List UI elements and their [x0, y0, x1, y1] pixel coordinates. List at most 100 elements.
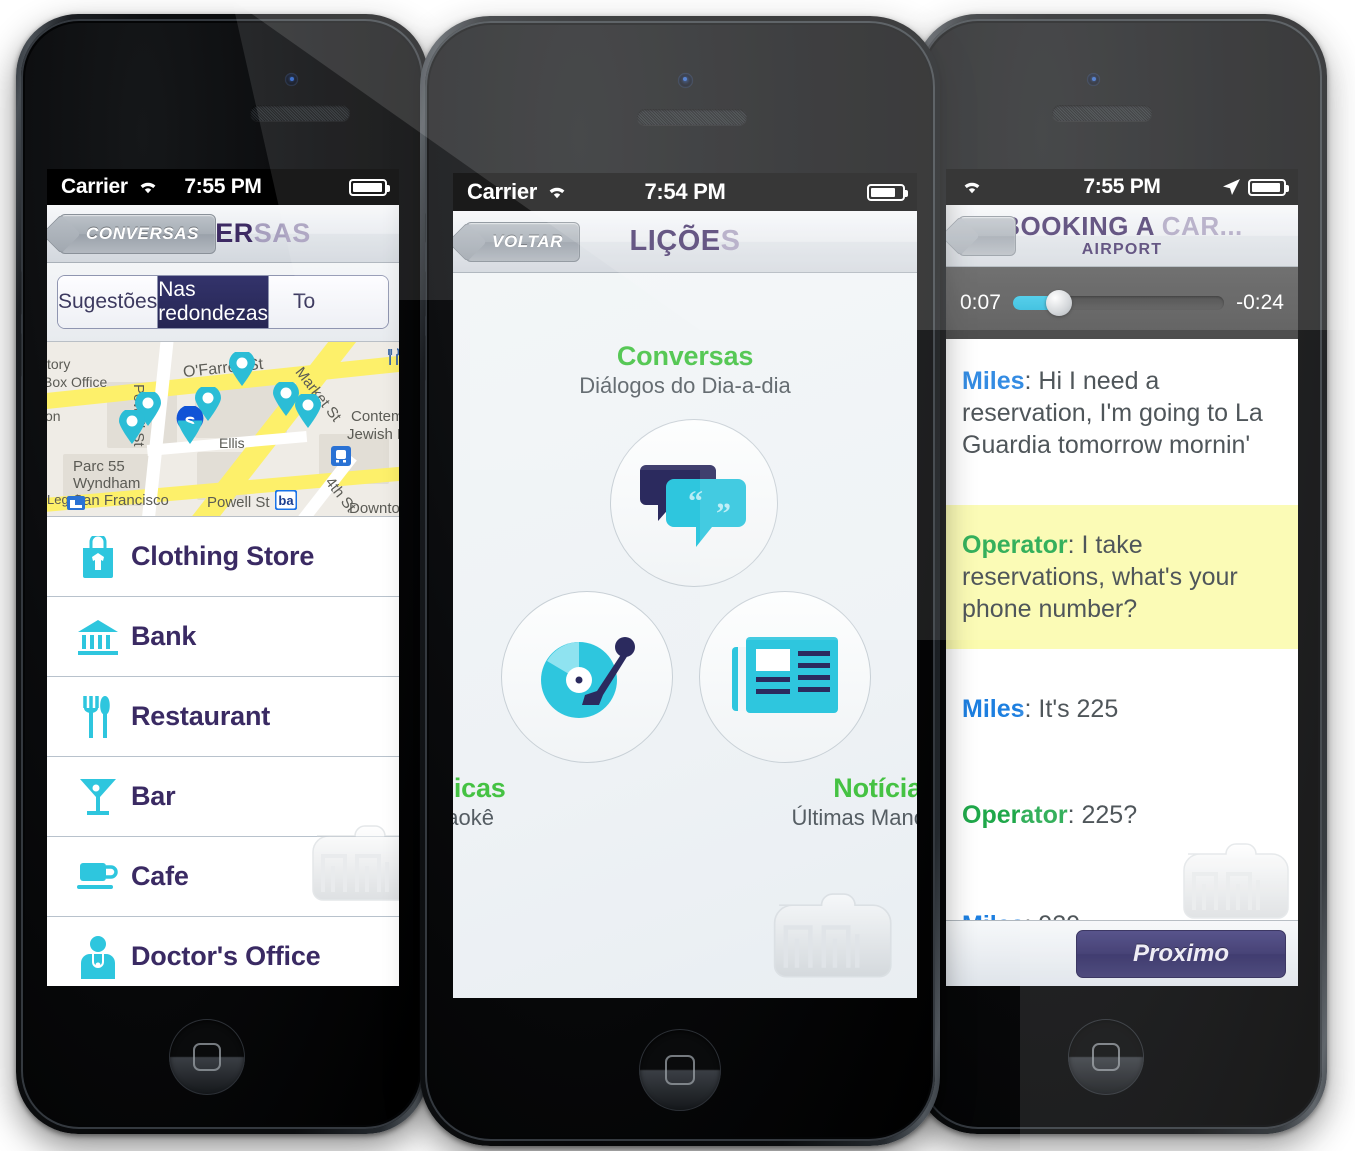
- home-button[interactable]: [169, 1019, 245, 1095]
- segmented-control-wrap: Sugestões Nas redondezas To: [47, 263, 399, 342]
- turntable-icon: [541, 637, 635, 718]
- earpiece-speaker: [637, 109, 747, 125]
- transcript-line[interactable]: Miles: Hi I need a reservation, I'm goin…: [946, 339, 1298, 483]
- lesson-button-noticias[interactable]: [699, 591, 871, 763]
- list-item[interactable]: Bar: [47, 757, 399, 837]
- map-label: Downto: [349, 500, 399, 517]
- list-item-label: Restaurant: [131, 701, 271, 731]
- lesson-title-conversas: Conversas Diálogos do Dia-a-dia: [453, 341, 917, 399]
- volume-down-button[interactable]: [21, 333, 22, 377]
- lesson-subtitle-text: Karaokê: [453, 805, 494, 830]
- restaurant-icon: [65, 695, 131, 739]
- statusbar-right: [349, 178, 399, 196]
- phone-bezel-conversas: Carrier 7:55 PM CONVERSAS SAS Sugestões …: [21, 19, 423, 1129]
- transcript-line[interactable]: Miles: It's 225: [946, 649, 1298, 747]
- player-remaining-time: -0:24: [1236, 291, 1284, 314]
- home-button-square-icon: [193, 1043, 221, 1071]
- speech-bubbles-icon: “ ”: [640, 465, 746, 547]
- volume-up-button[interactable]: [21, 271, 22, 315]
- back-button-conversas[interactable]: CONVERSAS: [59, 213, 217, 254]
- map-label: San Francisco: [73, 492, 169, 509]
- bank-icon: [65, 618, 131, 656]
- carrier-label: Carrier: [467, 179, 538, 204]
- statusbar-licoes: Carrier 7:54 PM: [453, 173, 917, 211]
- map-label: Jewish M: [347, 426, 399, 443]
- list-item[interactable]: Cafe: [47, 837, 399, 917]
- battery-icon: [867, 183, 908, 201]
- doctor-office-icon: [65, 935, 131, 979]
- back-button-booking[interactable]: [958, 215, 1016, 256]
- transcript-line[interactable]: Operator: I take reservations, what's yo…: [946, 505, 1298, 649]
- tab-nas-redondezas[interactable]: Nas redondezas: [158, 276, 269, 328]
- list-item-label: Cafe: [131, 861, 189, 891]
- screen-conversas: Carrier 7:55 PM CONVERSAS SAS Sugestões …: [47, 169, 399, 986]
- speaker-label: Miles: [962, 367, 1025, 395]
- tab-sugestoes[interactable]: Sugestões: [58, 276, 159, 328]
- screenshot-stage: 7:55 PM BOOKING A CAR... AIRPORT 0:07 -0…: [0, 0, 1355, 1151]
- svg-text:”: ”: [716, 497, 731, 530]
- player-elapsed-time: 0:07: [960, 291, 1001, 314]
- page-title-dim: SAS: [253, 218, 311, 248]
- volume-up-button[interactable]: [425, 271, 426, 317]
- lesson-title-text: Notícias: [833, 773, 917, 803]
- list-item[interactable]: Restaurant: [47, 677, 399, 757]
- lessons-screen: Conversas Diálogos do Dia-a-dia “ ” icas…: [453, 273, 917, 998]
- home-button[interactable]: [639, 1029, 721, 1111]
- restaurant-poi-icon: [388, 348, 399, 365]
- lesson-button-musicas[interactable]: [501, 591, 673, 763]
- hotel-poi-icon: [67, 496, 85, 510]
- lesson-button-conversas[interactable]: “ ”: [610, 419, 778, 587]
- transcript-text: : 225?: [1067, 801, 1138, 829]
- back-button-voltar[interactable]: VOLTAR: [465, 221, 580, 262]
- ring-silent-switch[interactable]: [425, 213, 426, 243]
- statusbar-right: [867, 183, 917, 201]
- place-category-list[interactable]: Clothing Store Bank Restaurant Bar Cafe …: [47, 517, 399, 986]
- list-item-label: Doctor's Office: [131, 941, 321, 971]
- mm-logo-watermark: [773, 893, 892, 978]
- front-camera-icon: [678, 73, 693, 88]
- list-item-label: Bank: [131, 621, 197, 651]
- phone-bezel-licoes: Carrier 7:54 PM VOLTAR LIÇÕES Conversas …: [425, 21, 935, 1141]
- map-pin-selected[interactable]: [175, 406, 205, 444]
- map-pin[interactable]: [295, 394, 321, 428]
- volume-down-button[interactable]: [425, 335, 426, 381]
- bottom-action-bar: Proximo: [946, 920, 1298, 986]
- list-item[interactable]: Doctor's Office: [47, 917, 399, 986]
- front-camera-icon: [1087, 73, 1100, 86]
- map-label: Wyndham: [73, 475, 141, 492]
- lesson-title-text: Músicas: [453, 773, 506, 803]
- navbar-licoes: VOLTAR LIÇÕES: [453, 211, 917, 273]
- home-button[interactable]: [1068, 1019, 1144, 1095]
- next-button[interactable]: Proximo: [1076, 929, 1286, 978]
- map-label: on: [47, 408, 61, 424]
- cafe-icon: [65, 861, 131, 893]
- battery-icon: [349, 178, 390, 196]
- map-pin[interactable]: [119, 410, 145, 444]
- map-view[interactable]: tory Box Office O'Farrell St Powell St M…: [47, 342, 399, 517]
- tab-todas[interactable]: To: [269, 276, 388, 328]
- svg-text:ba: ba: [278, 493, 294, 508]
- list-item[interactable]: Clothing Store: [47, 517, 399, 597]
- map-label: Ellis: [219, 435, 245, 451]
- phone-device-conversas: Carrier 7:55 PM CONVERSAS SAS Sugestões …: [16, 14, 428, 1134]
- player-scrubber[interactable]: [1012, 290, 1225, 316]
- transcript-list[interactable]: Miles: Hi I need a reservation, I'm goin…: [946, 339, 1298, 963]
- home-button-square-icon: [665, 1055, 695, 1085]
- statusbar-conversas: Carrier 7:55 PM: [47, 169, 399, 205]
- transcript-line[interactable]: Operator: 225?: [946, 747, 1298, 853]
- phone-bezel-booking: 7:55 PM BOOKING A CAR... AIRPORT 0:07 -0…: [920, 19, 1322, 1129]
- map-label: Contem: [351, 408, 399, 425]
- list-item-label: Bar: [131, 781, 176, 811]
- bar-icon: [65, 775, 131, 819]
- navbar-booking: BOOKING A CAR... AIRPORT: [946, 205, 1298, 267]
- transcript-text: : It's 225: [1024, 695, 1119, 723]
- map-label: Parc 55: [73, 458, 125, 475]
- audio-player: 0:07 -0:24: [946, 267, 1298, 339]
- earpiece-speaker: [1052, 105, 1152, 121]
- list-item[interactable]: Bank: [47, 597, 399, 677]
- list-item-label: Clothing Store: [131, 541, 315, 571]
- segmented-control[interactable]: Sugestões Nas redondezas To: [57, 275, 389, 329]
- map-pin[interactable]: [229, 352, 255, 386]
- svg-text:“: “: [688, 485, 703, 518]
- player-scrubber-knob[interactable]: [1046, 290, 1073, 316]
